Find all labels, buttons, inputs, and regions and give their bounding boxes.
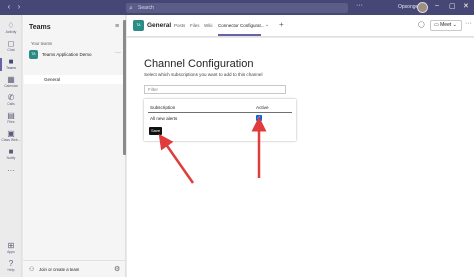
teams-icon: ■	[8, 57, 14, 66]
search-input[interactable]: ⌕ Search	[126, 3, 348, 13]
rail-label: Calendar	[4, 84, 18, 88]
filter-input[interactable]: Filter	[144, 85, 286, 94]
more-icon[interactable]: ···	[115, 50, 121, 56]
filter-icon[interactable]: ≡	[115, 23, 119, 30]
more-icon[interactable]: ···	[356, 2, 363, 9]
meet-label: Meet	[440, 22, 452, 28]
rail-item-more[interactable]: ···	[0, 165, 22, 183]
channel-name: General	[44, 77, 61, 82]
panel-title: Teams	[29, 24, 51, 31]
back-icon[interactable]: ‹	[5, 3, 13, 11]
rail-item-help[interactable]: ? Help	[0, 258, 22, 276]
channel-title: General	[147, 22, 172, 29]
filter-placeholder: Filter	[148, 87, 158, 92]
team-tile: TA	[133, 20, 144, 31]
calendar-icon: ▦	[7, 75, 15, 84]
rail-item-files[interactable]: ▤ Files	[0, 110, 22, 128]
column-header-active: Active	[256, 105, 269, 110]
more-icon[interactable]: ···	[465, 20, 472, 27]
bell-icon: ♢	[7, 21, 15, 30]
chevron-down-icon: ⌄	[452, 22, 457, 28]
close-icon[interactable]: ✕	[463, 2, 469, 10]
video-icon: ▭	[434, 22, 439, 28]
rail-item-teams[interactable]: ■ Teams	[0, 56, 22, 74]
header-divider	[148, 112, 292, 113]
notify-icon: ■	[8, 147, 14, 156]
rail-item-calls[interactable]: ✆ Calls	[0, 92, 22, 110]
rail-label: Class Web...	[1, 138, 21, 142]
rail-label: Notify	[6, 156, 16, 160]
subscription-name: All new alerts	[150, 116, 178, 121]
rail-item-activity[interactable]: ♢ Activity	[0, 20, 22, 38]
title-bar: ‹ › ⌕ Search ··· Opsonge – ▢ ✕	[0, 0, 474, 15]
chevron-down-icon[interactable]: ⌄	[265, 22, 269, 28]
maximize-icon[interactable]: ▢	[449, 2, 456, 10]
minimize-icon[interactable]: –	[435, 2, 439, 9]
search-placeholder: Search	[138, 5, 154, 11]
apps-icon: ⊞	[7, 241, 15, 250]
section-label: Your teams	[31, 41, 53, 46]
rail-label: Help	[7, 268, 15, 272]
rail-label: Chat	[7, 48, 15, 52]
more-apps-icon: ···	[7, 166, 15, 175]
tab-posts[interactable]: Posts	[174, 23, 185, 28]
rail-item-notify[interactable]: ■ Notify	[0, 146, 22, 164]
tab-connector-configuration[interactable]: Connector Configurat...	[218, 23, 265, 28]
phone-icon: ✆	[7, 93, 15, 102]
org-name: Opsonge	[398, 4, 419, 10]
chat-icon: ◻	[7, 39, 15, 48]
app-icon: ▣	[7, 129, 15, 138]
help-icon: ?	[8, 259, 14, 268]
page-subtitle: Select which subscriptions you want to a…	[144, 72, 263, 77]
active-checkbox[interactable]: ✓	[256, 115, 262, 121]
active-tab-indicator	[218, 34, 261, 36]
rail-label: Activity	[5, 30, 17, 34]
rail-item-apps[interactable]: ⊞ Apps	[0, 240, 22, 258]
rail-item-calendar[interactable]: ▦ Calendar	[0, 74, 22, 92]
tab-wiki[interactable]: Wiki	[204, 23, 213, 28]
tab-content: Channel Configuration Select which subsc…	[127, 38, 474, 277]
save-button[interactable]: Save	[149, 127, 162, 135]
tab-files[interactable]: Files	[190, 23, 200, 28]
avatar[interactable]	[417, 2, 428, 13]
rail-item-chat[interactable]: ◻ Chat	[0, 38, 22, 56]
rail-item-app[interactable]: ▣ Class Web...	[0, 128, 22, 146]
page-title: Channel Configuration	[144, 58, 254, 70]
rail-label: Apps	[7, 250, 15, 254]
team-tile: TA	[29, 50, 38, 59]
meet-button[interactable]: ▭ Meet ⌄	[430, 20, 462, 31]
files-icon: ▤	[7, 111, 15, 120]
column-header-subscription: Subscription	[150, 105, 176, 110]
channel-header: TA General Posts Files Wiki Connector Co…	[127, 15, 474, 37]
teams-panel: Teams ≡ Your teams TA Teams Application …	[23, 15, 126, 277]
rail-label: Teams	[6, 66, 16, 70]
scrollbar[interactable]	[123, 20, 126, 155]
subscription-card: Subscription Active All new alerts ✓ Sav…	[144, 99, 296, 141]
panel-footer: ⚇ Join or create a team ⚙	[23, 260, 126, 277]
rail-label: Calls	[7, 102, 15, 106]
team-item[interactable]: TA Teams Application Demo ···	[29, 50, 122, 60]
conversation-icon[interactable]: ◯	[418, 21, 425, 28]
rail-label: Files	[7, 120, 15, 124]
add-tab-icon[interactable]: +	[279, 20, 284, 29]
forward-icon[interactable]: ›	[15, 3, 23, 11]
join-team-link[interactable]: Join or create a team	[39, 267, 79, 272]
team-name: Teams Application Demo	[42, 52, 92, 57]
search-icon: ⌕	[129, 5, 133, 12]
channel-item-general[interactable]: General	[24, 75, 124, 84]
gear-icon[interactable]: ⚙	[114, 265, 120, 273]
join-team-icon: ⚇	[29, 267, 35, 273]
app-rail: ♢ Activity ◻ Chat ■ Teams ▦ Calendar ✆ Calls …	[0, 15, 22, 277]
